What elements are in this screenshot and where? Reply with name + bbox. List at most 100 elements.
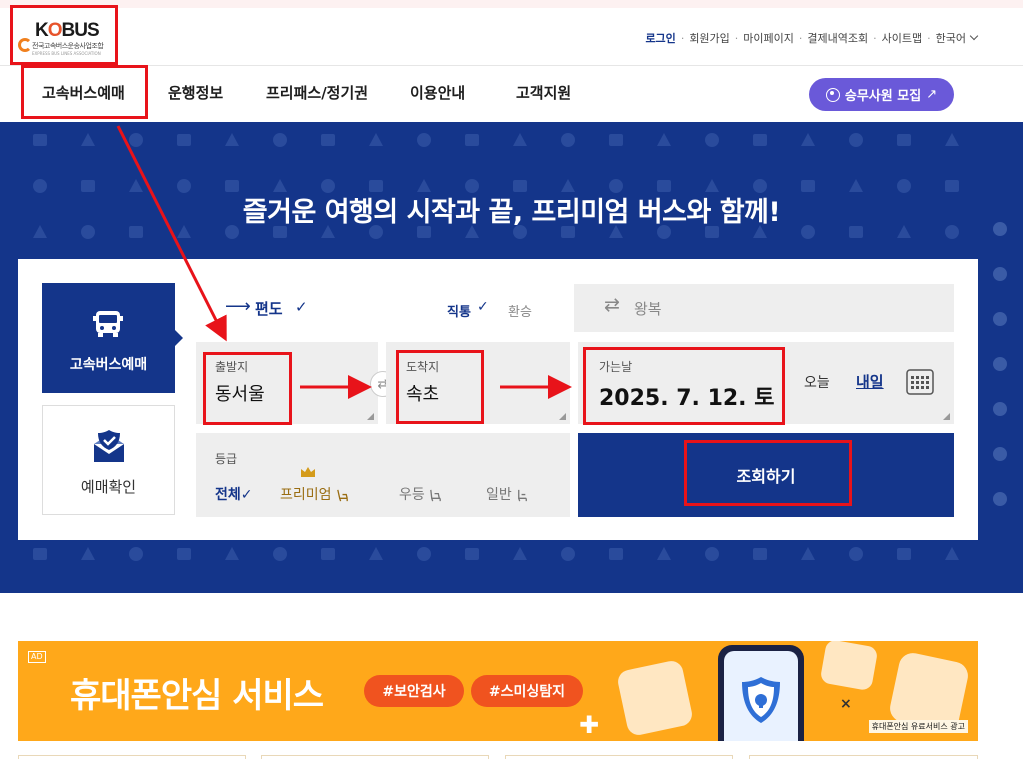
login-link[interactable]: 로그인 [645,30,675,46]
nav-usage-guide[interactable]: 이용안내 [410,82,465,103]
pattern-glyph [609,548,623,560]
pattern-glyph [801,547,815,560]
bus-icon [93,311,123,337]
pattern-glyph [897,134,911,146]
corner-triangle-icon [559,413,566,420]
tab-reserve-label: 고속버스예매 [69,357,148,373]
crown-icon [301,467,315,477]
plus-icon: ✚ [579,711,600,739]
ad-banner[interactable]: AD 휴대폰안심 서비스 #보안검사 #스미싱탐지 ✚ × 휴대폰안심 유료서비… [18,641,978,741]
nav-freepass[interactable]: 프리패스/정기권 [266,82,368,103]
nav-customer-support[interactable]: 고객지원 [516,82,571,103]
pattern-glyph [609,134,623,146]
oneway-label: 편도 [255,300,283,318]
pattern-glyph [849,547,863,561]
external-arrow-icon: ↗ [926,87,938,102]
pattern-glyph [321,134,335,146]
today-button[interactable]: 오늘 [804,372,830,392]
pattern-glyph [273,547,287,561]
highlight-date [583,347,785,425]
recruit-label: 승무사원 모집 [844,89,922,104]
tomorrow-button[interactable]: 내일 [856,371,884,392]
chevron-down-icon [969,31,979,41]
pattern-glyph [225,547,239,560]
close-icon[interactable]: × [840,696,852,712]
direct-option[interactable]: 직통 [447,301,471,320]
pattern-glyph [753,134,767,146]
top-strip [0,0,1023,8]
grade-normal-label: 일반 [486,487,512,503]
pattern-glyph [417,133,431,147]
side-pattern-icons [993,222,1013,537]
pattern-glyph [177,134,191,146]
pattern-glyph [81,547,95,560]
sitemap-link[interactable]: 사이트맵 [882,30,922,46]
payment-history-link[interactable]: 결제내역조회 [807,30,868,46]
pattern-glyph [513,133,527,146]
pattern-glyph [129,133,143,147]
pattern-glyph [801,133,815,146]
pattern-glyph [705,133,719,147]
pattern-glyph [945,547,959,560]
signup-link[interactable]: 회원가입 [689,30,729,46]
grade-gold-option[interactable]: 우등 [399,484,443,504]
grade-normal-option[interactable]: 일반 [486,484,530,504]
ad-hashtag-security: #보안검사 [364,675,464,707]
pattern-glyph [465,548,479,560]
tab-bus-reservation[interactable]: 고속버스예매 [42,283,183,393]
pattern-glyph [81,133,95,146]
transfer-option[interactable]: 환승 [508,301,532,320]
ad-title: 휴대폰안심 서비스 [70,676,324,716]
pattern-glyph [849,133,863,147]
pattern-glyph [33,548,47,560]
chat-alert-tile-icon [615,658,695,738]
pattern-glyph [177,548,191,560]
seat-icon [336,489,348,501]
pattern-glyph [897,548,911,560]
tab-confirm-label: 예매확인 [80,478,137,496]
arrow-right-icon: ⟶ [225,296,251,317]
calendar-icon[interactable] [906,369,934,395]
language-select[interactable]: 한국어 [936,30,966,46]
highlight-arrival [396,350,484,424]
pattern-glyph [369,547,383,560]
pattern-glyph [561,547,575,561]
grade-premium-label: 프리미엄 [280,487,332,503]
grade-all-option[interactable]: 전체✓ [215,484,253,504]
mypage-link[interactable]: 마이페이지 [743,30,794,46]
seat-icon [429,489,441,501]
trip-oneway-tab[interactable]: ⟶ 편도 ✓ 직통 ✓ 환승 [195,284,574,332]
pattern-glyph [273,133,287,147]
pattern-glyph [417,547,431,561]
highlight-search-button [684,440,852,506]
check-icon: ✓ [477,299,489,315]
nav-service-info[interactable]: 운행정보 [168,82,223,103]
ad-disclaimer: 휴대폰안심 유료서비스 광고 [868,720,968,733]
pattern-glyph [321,548,335,560]
grade-premium-option[interactable]: 프리미엄 [280,484,350,504]
pattern-glyph [465,134,479,146]
grade-selector: 등급 전체✓ 프리미엄 우등 일반 [196,433,570,517]
person-icon [825,87,840,102]
roundtrip-label: 왕복 [634,300,662,318]
phone-illustration [718,645,804,741]
envelope-check-icon [94,430,124,462]
tab-reservation-check[interactable]: 예매확인 [42,405,175,515]
pattern-glyph [753,548,767,560]
pattern-glyph [513,547,527,560]
ad-tag: AD [28,651,46,663]
bottom-cards [18,755,978,759]
pattern-glyph [33,134,47,146]
recruit-button[interactable]: 승무사원 모집 ↗ [809,78,954,111]
pattern-glyph [705,547,719,561]
pattern-glyph [657,133,671,146]
pattern-glyph [129,547,143,561]
corner-triangle-icon [367,413,374,420]
check-icon: ✓ [295,298,308,316]
grade-label: 등급 [215,452,238,466]
corner-triangle-icon [943,413,950,420]
pattern-glyph [945,133,959,146]
grade-gold-label: 우등 [399,487,425,503]
trip-roundtrip-tab[interactable]: ⇄ 왕복 [574,284,954,332]
swap-arrows-icon: ⇄ [604,294,620,316]
